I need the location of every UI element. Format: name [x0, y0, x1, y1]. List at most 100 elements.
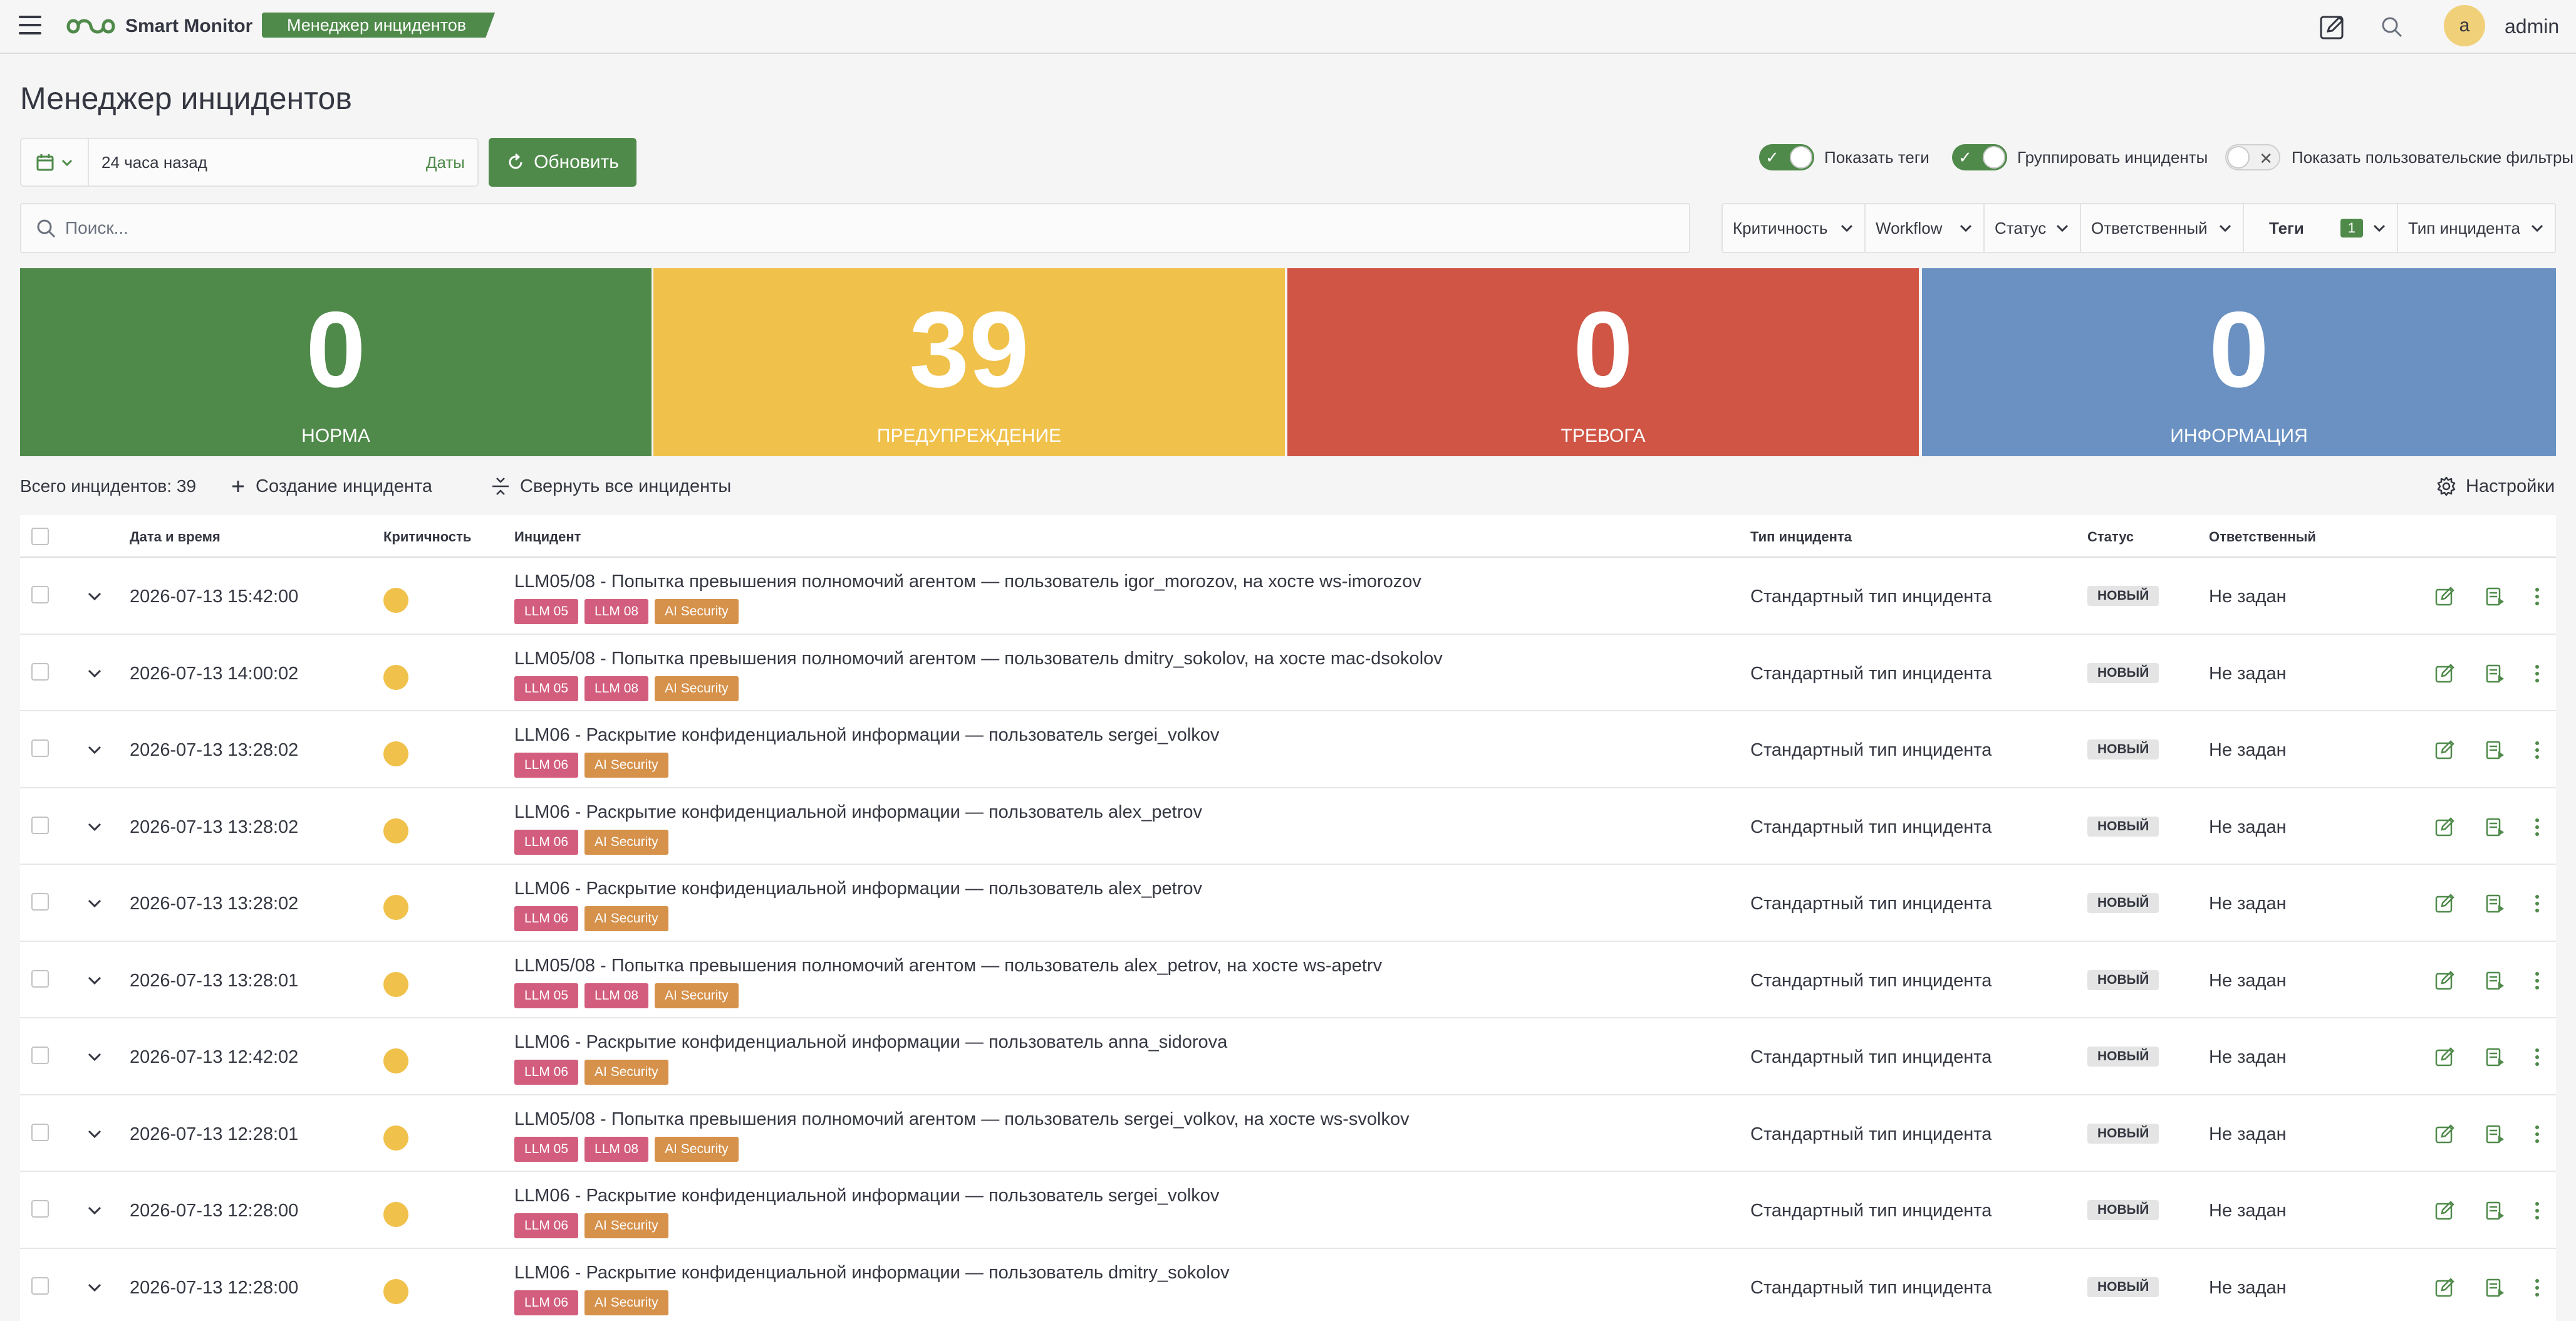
incident-title[interactable]: LLM05/08 - Попытка превышения полномочий… [514, 649, 1443, 669]
tag-badge[interactable]: AI Security [655, 599, 739, 624]
more-actions-icon[interactable] [2526, 662, 2548, 685]
tag-badge[interactable]: AI Security [584, 753, 668, 778]
tag-badge[interactable]: AI Security [584, 1290, 668, 1315]
stat-tile-info[interactable]: 0 ИНФОРМАЦИЯ [1922, 268, 2556, 456]
tag-badge[interactable]: LLM 06 [514, 906, 579, 931]
tag-badge[interactable]: LLM 05 [514, 599, 579, 624]
row-checkbox[interactable] [31, 969, 49, 988]
chevron-down-icon[interactable] [85, 664, 104, 682]
tag-badge[interactable]: LLM 08 [584, 983, 649, 1008]
calendar-dropdown[interactable] [21, 139, 89, 185]
filter-workflow[interactable]: Workflow [1866, 204, 1985, 252]
refresh-button[interactable]: Обновить [489, 138, 636, 187]
date-range-value[interactable]: 24 часа назад [101, 153, 426, 172]
chevron-down-icon[interactable] [85, 1278, 104, 1297]
tag-badge[interactable]: AI Security [584, 1060, 668, 1085]
table-row[interactable]: 2026-07-13 13:28:02 LLM06 - Раскрытие кон… [20, 711, 2556, 788]
stat-tile-alarm[interactable]: 0 ТРЕВОГА [1287, 268, 1919, 456]
stat-tile-warning[interactable]: 39 ПРЕДУПРЕЖДЕНИЕ [653, 268, 1285, 456]
column-type[interactable]: Тип инцидента [1750, 529, 1852, 545]
edit-icon[interactable] [2433, 1199, 2456, 1222]
more-actions-icon[interactable] [2526, 816, 2548, 838]
tag-badge[interactable]: LLM 05 [514, 1136, 579, 1162]
more-actions-icon[interactable] [2526, 1199, 2548, 1222]
edit-icon[interactable] [2433, 892, 2456, 915]
column-severity[interactable]: Критичность [383, 529, 471, 545]
run-playbook-icon[interactable] [2483, 1277, 2506, 1299]
row-checkbox[interactable] [31, 1123, 49, 1141]
run-playbook-icon[interactable] [2483, 585, 2506, 608]
tag-badge[interactable]: AI Security [584, 906, 668, 931]
chevron-down-icon[interactable] [85, 817, 104, 836]
row-checkbox[interactable] [31, 1277, 49, 1295]
collapse-all-button[interactable]: Свернуть все инциденты [490, 474, 731, 499]
edit-icon[interactable] [2433, 1123, 2456, 1146]
tag-badge[interactable]: AI Security [655, 676, 739, 701]
more-actions-icon[interactable] [2526, 585, 2548, 608]
custom-filters-toggle[interactable]: ✕ [2225, 144, 2280, 170]
run-playbook-icon[interactable] [2483, 969, 2506, 992]
more-actions-icon[interactable] [2526, 1277, 2548, 1299]
more-actions-icon[interactable] [2526, 739, 2548, 761]
table-row[interactable]: 2026-07-13 12:28:00 LLM06 - Раскрытие кон… [20, 1172, 2556, 1249]
chevron-down-icon[interactable] [85, 1124, 104, 1143]
table-row[interactable]: 2026-07-13 14:00:02 LLM05/08 - Попытка пр… [20, 635, 2556, 711]
filter-incident-type[interactable]: Тип инцидента [2398, 204, 2555, 252]
column-incident[interactable]: Инцидент [514, 529, 581, 545]
row-checkbox[interactable] [31, 1047, 49, 1064]
row-checkbox[interactable] [31, 739, 49, 757]
menu-icon[interactable] [19, 16, 41, 34]
chevron-down-icon[interactable] [85, 587, 104, 605]
more-actions-icon[interactable] [2526, 1123, 2548, 1146]
row-checkbox[interactable] [31, 586, 49, 603]
edit-icon[interactable] [2433, 662, 2456, 685]
edit-icon[interactable] [2433, 585, 2456, 608]
search-input[interactable] [65, 218, 1631, 238]
tag-badge[interactable]: LLM 08 [584, 599, 649, 624]
tag-badge[interactable]: LLM 05 [514, 676, 579, 701]
incident-title[interactable]: LLM06 - Раскрытие конфиденциальной инфор… [514, 1263, 1229, 1283]
edit-icon[interactable] [2433, 739, 2456, 761]
tag-badge[interactable]: LLM 08 [584, 1136, 649, 1162]
filter-severity[interactable]: Критичность [1723, 204, 1866, 252]
run-playbook-icon[interactable] [2483, 892, 2506, 915]
edit-icon[interactable] [2433, 969, 2456, 992]
chevron-down-icon[interactable] [85, 1201, 104, 1219]
filter-status[interactable]: Статус [1985, 204, 2081, 252]
incident-title[interactable]: LLM05/08 - Попытка превышения полномочий… [514, 1109, 1410, 1130]
chevron-down-icon[interactable] [85, 894, 104, 912]
tag-badge[interactable]: LLM 06 [514, 829, 579, 855]
filter-tags[interactable]: Теги 1 [2244, 204, 2398, 252]
more-actions-icon[interactable] [2526, 892, 2548, 915]
tag-badge[interactable]: AI Security [584, 829, 668, 855]
create-incident-button[interactable]: Создание инцидента [229, 474, 432, 499]
incident-title[interactable]: LLM06 - Раскрытие конфиденциальной инфор… [514, 1186, 1219, 1206]
tag-badge[interactable]: LLM 06 [514, 1060, 579, 1085]
row-checkbox[interactable] [31, 662, 49, 681]
column-datetime[interactable]: Дата и время [130, 529, 221, 545]
edit-icon[interactable] [2433, 816, 2456, 838]
tag-badge[interactable]: AI Security [655, 1136, 739, 1162]
edit-icon[interactable] [2433, 1277, 2456, 1299]
run-playbook-icon[interactable] [2483, 739, 2506, 761]
tag-badge[interactable]: LLM 06 [514, 753, 579, 778]
table-row[interactable]: 2026-07-13 15:42:00 LLM05/08 - Попытка пр… [20, 558, 2556, 635]
incident-title[interactable]: LLM05/08 - Попытка превышения полномочий… [514, 572, 1421, 592]
incident-title[interactable]: LLM06 - Раскрытие конфиденциальной инфор… [514, 1032, 1227, 1053]
filter-owner[interactable]: Ответственный [2081, 204, 2244, 252]
run-playbook-icon[interactable] [2483, 1199, 2506, 1222]
stat-tile-normal[interactable]: 0 НОРМА [20, 268, 652, 456]
table-row[interactable]: 2026-07-13 13:28:02 LLM06 - Раскрытие кон… [20, 865, 2556, 942]
tag-badge[interactable]: AI Security [584, 1213, 668, 1238]
search-icon[interactable] [2377, 13, 2406, 41]
group-incidents-toggle[interactable]: ✓ [1952, 144, 2007, 170]
chevron-down-icon[interactable] [85, 1047, 104, 1066]
tag-badge[interactable]: LLM 06 [514, 1213, 579, 1238]
user-name[interactable]: admin [2505, 13, 2559, 40]
tag-badge[interactable]: LLM 06 [514, 1290, 579, 1315]
brand-name[interactable]: Smart Monitor [125, 13, 252, 40]
row-checkbox[interactable] [31, 816, 49, 834]
more-actions-icon[interactable] [2526, 1046, 2548, 1068]
edit-icon[interactable] [2433, 1046, 2456, 1068]
table-row[interactable]: 2026-07-13 12:28:00 LLM06 - Раскрытие кон… [20, 1249, 2556, 1321]
